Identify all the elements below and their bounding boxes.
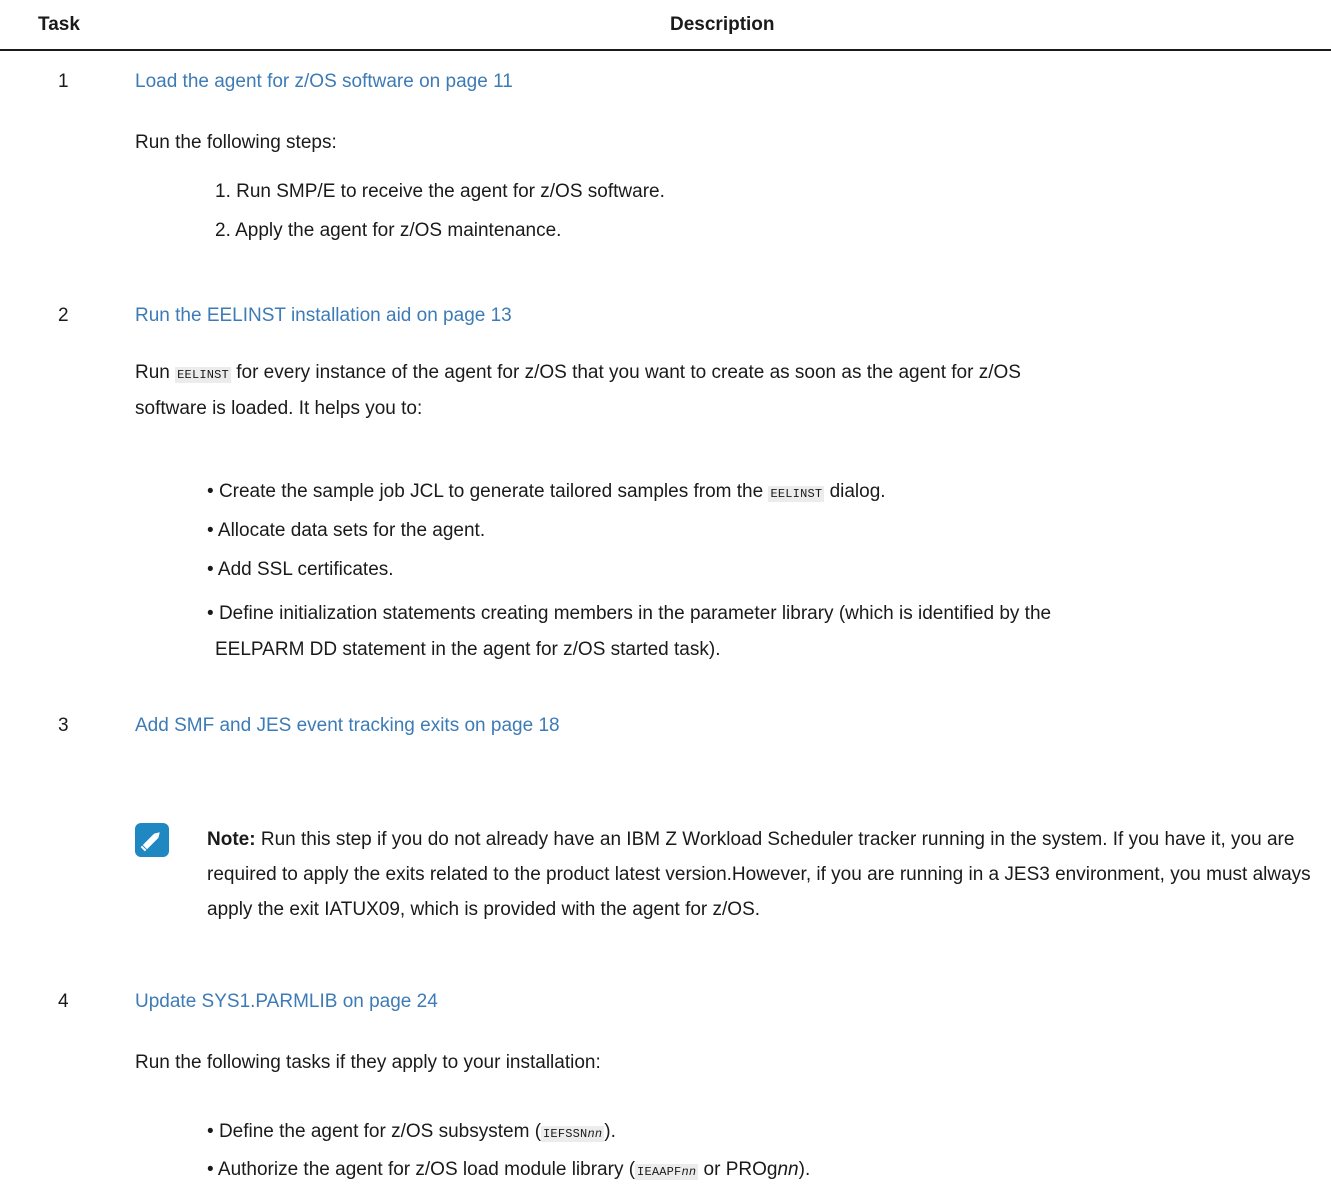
bullet-2-3: • Add SSL certificates. (207, 559, 394, 580)
step-1: 1. Run SMP/E to receive the agent for z/… (215, 181, 665, 202)
task-link-1[interactable]: Load the agent for z/OS software on page… (135, 70, 513, 94)
task-number-4: 4 (58, 991, 69, 1012)
task-number-2: 2 (58, 305, 69, 326)
eelinst-code: EELINST (768, 486, 825, 502)
step-intro-1: Run the following steps: (135, 132, 337, 153)
bullet-2-4-cont: EELPARM DD statement in the agent for z/… (215, 639, 721, 660)
ieaapf-code: IEAAPFnn (635, 1164, 699, 1180)
step-intro-4: Run the following tasks if they apply to… (135, 1052, 601, 1073)
iefssn-code: IEFSSNnn (541, 1126, 605, 1142)
task-link-2[interactable]: Run the EELINST installation aid on page… (135, 304, 512, 328)
task-link-3[interactable]: Add SMF and JES event tracking exits on … (135, 714, 560, 738)
pencil-icon (135, 823, 169, 857)
bullet-4-2: • Authorize the agent for z/OS load modu… (207, 1159, 811, 1180)
task-number-3: 3 (58, 715, 69, 736)
step-2: 2. Apply the agent for z/OS maintenance. (215, 220, 562, 241)
bullet-2-2: • Allocate data sets for the agent. (207, 520, 486, 541)
note-text: Run this step if you do not already have… (207, 829, 1311, 920)
header-description: Description (670, 14, 775, 35)
bullet-2-1: • Create the sample job JCL to generate … (207, 481, 886, 502)
task-paragraph-2-cont: software is loaded. It helps you to: (135, 398, 423, 419)
note-label: Note: (207, 829, 256, 850)
header-task: Task (38, 14, 80, 35)
para-line1: for every instance of the agent for z/OS… (236, 362, 1021, 383)
eelinst-code: EELINST (175, 367, 231, 383)
task-paragraph-2: Run EELINST for every instance of the ag… (135, 355, 1021, 393)
para-prefix: Run (135, 362, 170, 383)
task-link-4[interactable]: Update SYS1.PARMLIB on page 24 (135, 990, 438, 1014)
note-block: Note: Run this step if you do not alread… (207, 822, 1317, 927)
bullet-4-1: • Define the agent for z/OS subsystem (I… (207, 1121, 616, 1142)
header-rule (0, 49, 1331, 51)
task-number-1: 1 (58, 71, 69, 92)
bullet-2-4: • Define initialization statements creat… (207, 603, 1052, 624)
